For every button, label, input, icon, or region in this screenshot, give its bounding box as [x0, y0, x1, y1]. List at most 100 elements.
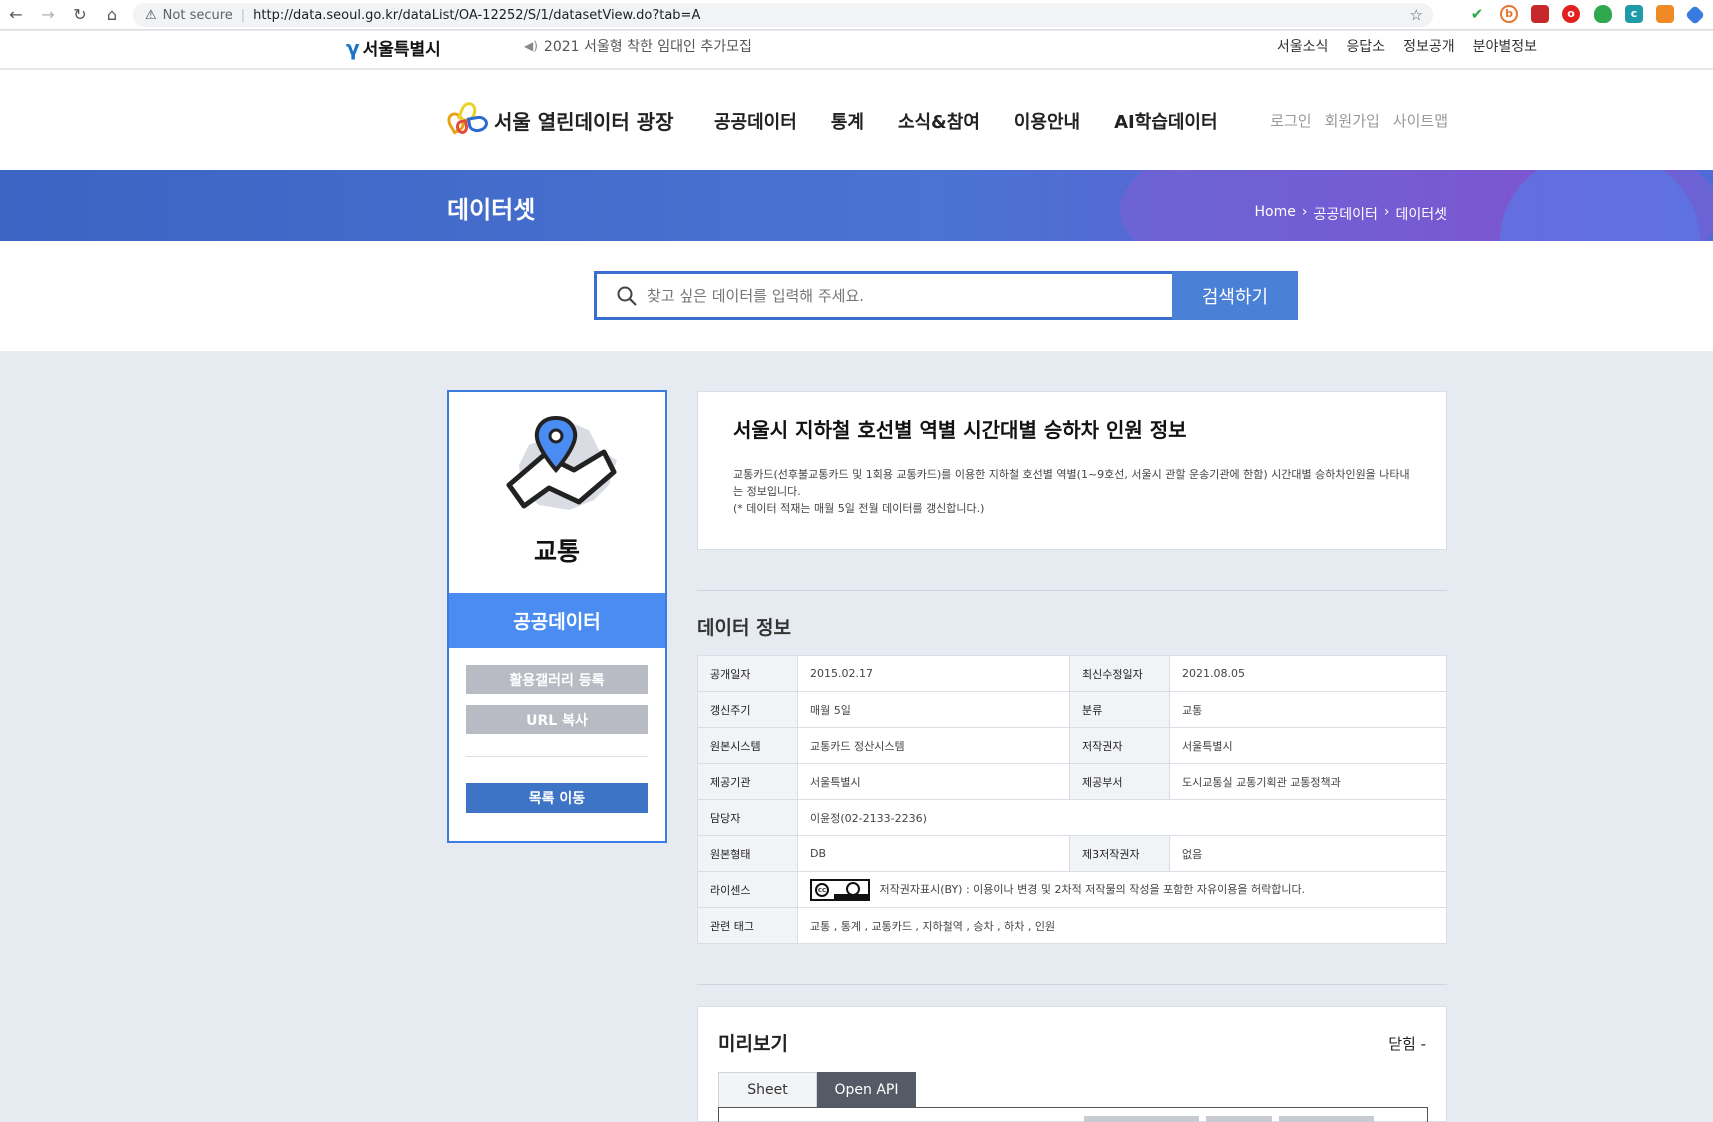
address-bar[interactable]: ⚠ Not secure | http://data.seoul.go.kr/d…: [133, 3, 1433, 27]
map-pin-icon: [506, 415, 617, 510]
table-row: 공개일자 2015.02.17 최신수정일자 2021.08.05: [697, 655, 1447, 692]
preview-close-toggle[interactable]: 닫힘 -: [1388, 1033, 1426, 1054]
tab-sheet[interactable]: Sheet: [718, 1072, 817, 1108]
search-section: 검색하기: [0, 241, 1713, 351]
nav-news[interactable]: 소식&참여: [898, 108, 980, 134]
page-banner: 데이터셋 Home › 공공데이터 › 데이터셋: [0, 170, 1713, 241]
sitemap-link[interactable]: 사이트맵: [1393, 110, 1448, 131]
label-format: 원본형태: [697, 835, 798, 872]
dataset-title-card: 서울시 지하철 호선별 역별 시간대별 승하차 인원 정보 교통카드(선후불교통…: [697, 391, 1447, 550]
preview-card: 미리보기 닫힘 - Sheet Open API: [697, 1006, 1447, 1122]
nav-statistics[interactable]: 통계: [831, 108, 864, 134]
notice-ticker[interactable]: ◀) 2021 서울형 착한 임대인 추가모집: [524, 36, 752, 56]
url-copy-button[interactable]: URL 복사: [466, 705, 648, 734]
label-cycle: 갱신주기: [697, 691, 798, 728]
value-license: 저작권자표시(BY) : 이용이나 변경 및 2차적 저작물의 작성을 포함한 …: [879, 882, 1306, 896]
evernote-extension-icon[interactable]: [1594, 5, 1612, 23]
section-divider: [697, 590, 1447, 591]
b-extension-icon[interactable]: b: [1500, 5, 1518, 23]
table-row: 라이센스 cc 저작권자표시(BY) : 이용이나 변경 및 2차적 저작물의 …: [697, 871, 1447, 908]
label-license: 라이센스: [697, 871, 798, 908]
utility-link-news[interactable]: 서울소식: [1277, 36, 1329, 56]
preview-button[interactable]: [1279, 1116, 1374, 1122]
value-provider: 서울특별시: [797, 763, 1070, 800]
value-copyright: 서울특별시: [1169, 727, 1447, 764]
dataset-description: 교통카드(선후불교통카드 및 1회용 교통카드)를 이용한 지하철 호선별 역별…: [733, 466, 1413, 517]
preview-button[interactable]: [1084, 1116, 1199, 1122]
label-category: 분류: [1069, 691, 1170, 728]
table-row: 관련 태그 교통 , 통계 , 교통카드 , 지하철역 , 승차 , 하차 , …: [697, 907, 1447, 944]
book-extension-icon[interactable]: [1531, 5, 1549, 23]
home-icon[interactable]: ⌂: [96, 0, 128, 30]
list-button[interactable]: 목록 이동: [466, 783, 648, 813]
value-system: 교통카드 정산시스템: [797, 727, 1070, 764]
desc-line: 교통카드(선후불교통카드 및 1회용 교통카드)를 이용한 지하철 호선별 역별…: [733, 468, 1410, 481]
license-cell: cc 저작권자표시(BY) : 이용이나 변경 및 2차적 저작물의 작성을 포…: [797, 871, 1447, 908]
wave-extension-icon[interactable]: c: [1625, 5, 1643, 23]
value-tags: 교통 , 통계 , 교통카드 , 지하철역 , 승차 , 하차 , 인원: [797, 907, 1447, 944]
url-text[interactable]: http://data.seoul.go.kr/dataList/OA-1225…: [253, 8, 700, 23]
gallery-register-button[interactable]: 활용갤러리 등록: [466, 665, 648, 694]
reload-icon[interactable]: ↻: [64, 0, 96, 30]
search-box: [594, 271, 1174, 320]
preview-title: 미리보기: [718, 1033, 788, 1055]
utility-link-eungdapso[interactable]: 응답소: [1346, 36, 1385, 56]
seoul-city-logo[interactable]: γ 서울특별시: [346, 35, 441, 61]
forward-icon[interactable]: →: [32, 0, 64, 30]
table-row: 제공기관 서울특별시 제공부서 도시교통실 교통기획관 교통정책과: [697, 763, 1447, 800]
search-input[interactable]: [647, 286, 1127, 305]
fox-extension-icon[interactable]: [1656, 5, 1674, 23]
breadcrumb-public-data[interactable]: 공공데이터: [1313, 204, 1377, 224]
label-modified: 최신수정일자: [1069, 655, 1170, 692]
browser-toolbar: ← → ↻ ⌂ ⚠ Not secure | http://data.seoul…: [0, 0, 1713, 30]
site-logo[interactable]: 서울 열린데이터 광장: [444, 99, 674, 140]
label-tags: 관련 태그: [697, 907, 798, 944]
seoul-logo-text: 서울특별시: [362, 40, 441, 60]
preview-button[interactable]: [1206, 1116, 1272, 1122]
signup-link[interactable]: 회원가입: [1325, 110, 1380, 131]
value-format: DB: [797, 835, 1070, 872]
main-nav: 공공데이터 통계 소식&참여 이용안내 AI학습데이터: [714, 108, 1218, 134]
value-category: 교통: [1169, 691, 1447, 728]
utility-link-disclosure[interactable]: 정보공개: [1403, 36, 1455, 56]
breadcrumb-home[interactable]: Home: [1255, 204, 1296, 224]
tab-open-api[interactable]: Open API: [817, 1072, 916, 1108]
bookmark-star-icon[interactable]: ☆: [1410, 6, 1423, 24]
member-links: 로그인 회원가입 사이트맵: [1270, 110, 1448, 131]
table-row: 원본형태 DB 제3저작권자 없음: [697, 835, 1447, 872]
label-system: 원본시스템: [697, 727, 798, 764]
data-info-table: 공개일자 2015.02.17 최신수정일자 2021.08.05 갱신주기 매…: [697, 655, 1447, 944]
nav-guide[interactable]: 이용안내: [1014, 108, 1080, 134]
table-row: 담당자 이윤정(02-2133-2236): [697, 799, 1447, 836]
page-title: 데이터셋: [447, 196, 536, 224]
speaker-icon: ◀): [524, 39, 538, 53]
utility-bar: γ 서울특별시 ◀) 2021 서울형 착한 임대인 추가모집 서울소식 응답소…: [0, 31, 1713, 69]
banner-decoration-2: [1500, 170, 1700, 241]
diamond-extension-icon[interactable]: [1685, 5, 1705, 25]
table-row: 갱신주기 매월 5일 분류 교통: [697, 691, 1447, 728]
chevron-right-icon: ›: [1301, 204, 1308, 220]
adblock-extension-icon[interactable]: o: [1562, 5, 1580, 23]
table-row: 원본시스템 교통카드 정산시스템 저작권자 서울특별시: [697, 727, 1447, 764]
back-icon[interactable]: ←: [0, 0, 32, 30]
address-separator: |: [240, 7, 246, 23]
value-manager: 이윤정(02-2133-2236): [797, 799, 1447, 836]
value-third: 없음: [1169, 835, 1447, 872]
utility-link-field-info[interactable]: 분야별정보: [1473, 36, 1537, 56]
card-divider: [466, 756, 648, 757]
security-label: Not secure: [162, 7, 233, 23]
breadcrumb-dataset[interactable]: 데이터셋: [1395, 204, 1447, 224]
value-dept: 도시교통실 교통기획관 교통정책과: [1169, 763, 1447, 800]
utility-menu: 서울소식 응답소 정보공개 분야별정보: [1277, 36, 1537, 56]
chevron-right-icon: ›: [1383, 204, 1390, 220]
label-copyright: 저작권자: [1069, 727, 1170, 764]
check-extension-icon[interactable]: ✔: [1468, 5, 1486, 23]
login-link[interactable]: 로그인: [1270, 110, 1311, 131]
label-third: 제3저작권자: [1069, 835, 1170, 872]
notice-text[interactable]: 2021 서울형 착한 임대인 추가모집: [544, 36, 752, 56]
search-button[interactable]: 검색하기: [1172, 271, 1298, 320]
category-name: 교통: [533, 537, 580, 566]
site-name: 서울 열린데이터 광장: [494, 109, 674, 134]
nav-ai-data[interactable]: AI학습데이터: [1114, 108, 1217, 134]
nav-public-data[interactable]: 공공데이터: [714, 108, 797, 134]
